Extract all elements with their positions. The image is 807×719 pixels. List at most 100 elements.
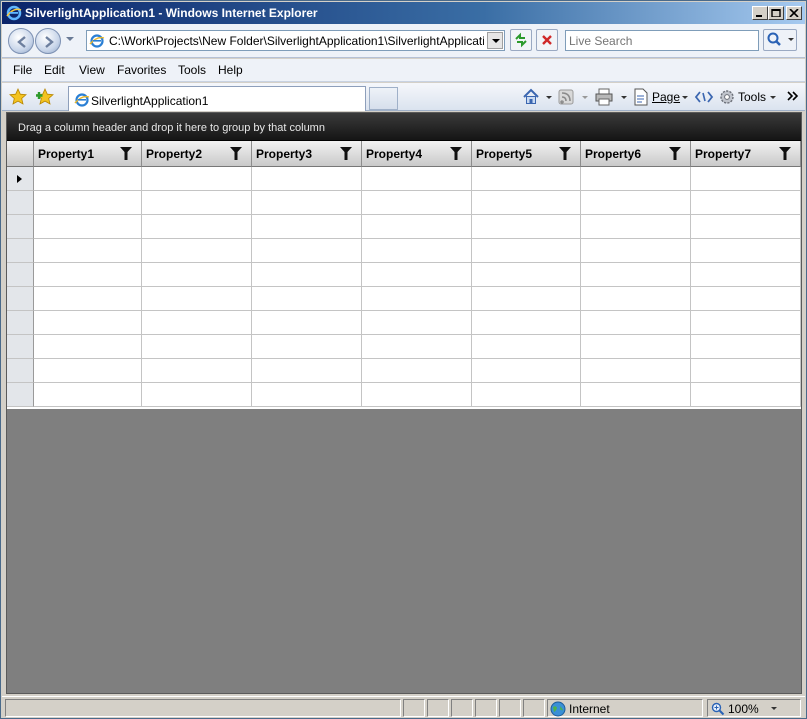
table-cell[interactable] [362,215,472,239]
row-indicator[interactable] [7,215,34,239]
new-tab-button[interactable] [369,87,398,110]
table-cell[interactable] [581,191,691,215]
table-cell[interactable] [581,287,691,311]
column-header-property6[interactable]: Property6 [581,141,691,167]
table-cell[interactable] [142,383,252,407]
table-cell[interactable] [691,191,801,215]
table-cell[interactable] [472,263,581,287]
home-button[interactable] [522,88,552,106]
table-cell[interactable] [252,239,362,263]
row-indicator[interactable] [7,167,34,191]
table-row[interactable] [7,335,801,359]
table-cell[interactable] [252,383,362,407]
table-cell[interactable] [691,311,801,335]
table-cell[interactable] [34,311,142,335]
table-cell[interactable] [252,335,362,359]
favorites-star-icon[interactable] [9,88,27,106]
table-cell[interactable] [34,359,142,383]
column-header-property1[interactable]: Property1 [34,141,142,167]
back-button[interactable] [8,28,34,54]
table-cell[interactable] [472,359,581,383]
table-cell[interactable] [252,215,362,239]
menu-favorites[interactable]: Favorites [117,63,166,77]
row-indicator[interactable] [7,383,34,407]
table-row[interactable] [7,191,801,215]
table-cell[interactable] [472,335,581,359]
print-button[interactable] [595,88,627,106]
menu-edit[interactable]: Edit [44,63,65,77]
table-cell[interactable] [691,383,801,407]
table-cell[interactable] [142,191,252,215]
table-cell[interactable] [691,167,801,191]
table-cell[interactable] [691,263,801,287]
table-cell[interactable] [34,191,142,215]
table-cell[interactable] [691,287,801,311]
page-menu-button[interactable]: Page [632,88,690,106]
table-cell[interactable] [581,167,691,191]
table-cell[interactable] [34,263,142,287]
feeds-button[interactable] [558,88,588,106]
table-cell[interactable] [362,287,472,311]
table-cell[interactable] [581,383,691,407]
table-cell[interactable] [362,263,472,287]
row-indicator[interactable] [7,359,34,383]
chevron-more-icon[interactable] [786,89,800,103]
filter-icon[interactable] [669,147,681,160]
table-cell[interactable] [362,191,472,215]
table-cell[interactable] [252,167,362,191]
zoom-pane[interactable]: 100% [707,699,801,717]
table-cell[interactable] [142,215,252,239]
menu-file[interactable]: File [13,63,32,77]
column-header-property5[interactable]: Property5 [472,141,581,167]
filter-icon[interactable] [779,147,791,160]
table-cell[interactable] [472,191,581,215]
add-favorites-icon[interactable] [36,88,54,106]
column-header-property7[interactable]: Property7 [691,141,801,167]
row-indicator[interactable] [7,191,34,215]
table-cell[interactable] [362,383,472,407]
table-cell[interactable] [472,287,581,311]
table-cell[interactable] [472,215,581,239]
filter-icon[interactable] [340,147,352,160]
tab-silverlightapplication1[interactable]: SilverlightApplication1 [68,86,366,111]
table-cell[interactable] [362,167,472,191]
table-cell[interactable] [581,335,691,359]
row-indicator[interactable] [7,263,34,287]
table-cell[interactable] [581,263,691,287]
table-cell[interactable] [362,239,472,263]
table-cell[interactable] [142,287,252,311]
table-cell[interactable] [34,335,142,359]
table-cell[interactable] [472,383,581,407]
menu-view[interactable]: View [79,63,105,77]
column-header-property4[interactable]: Property4 [362,141,472,167]
filter-icon[interactable] [230,147,242,160]
security-zone-pane[interactable]: Internet [547,699,703,717]
table-row[interactable] [7,311,801,335]
table-row[interactable] [7,383,801,407]
table-cell[interactable] [252,287,362,311]
table-cell[interactable] [581,215,691,239]
table-cell[interactable] [252,311,362,335]
table-row[interactable] [7,215,801,239]
column-header-property3[interactable]: Property3 [252,141,362,167]
table-cell[interactable] [142,359,252,383]
tools-menu-button[interactable]: Tools [718,88,780,106]
row-indicator[interactable] [7,311,34,335]
search-input[interactable] [569,34,755,48]
table-cell[interactable] [34,287,142,311]
table-cell[interactable] [252,359,362,383]
address-field[interactable]: C:\Work\Projects\New Folder\SilverlightA… [86,30,505,51]
table-cell[interactable] [34,239,142,263]
table-row[interactable] [7,287,801,311]
filter-icon[interactable] [120,147,132,160]
table-cell[interactable] [581,239,691,263]
table-cell[interactable] [34,383,142,407]
table-cell[interactable] [142,239,252,263]
group-panel[interactable]: Drag a column header and drop it here to… [7,113,801,141]
table-cell[interactable] [581,311,691,335]
table-row[interactable] [7,263,801,287]
column-header-property2[interactable]: Property2 [142,141,252,167]
forward-button[interactable] [35,28,61,54]
table-cell[interactable] [362,311,472,335]
table-cell[interactable] [142,263,252,287]
